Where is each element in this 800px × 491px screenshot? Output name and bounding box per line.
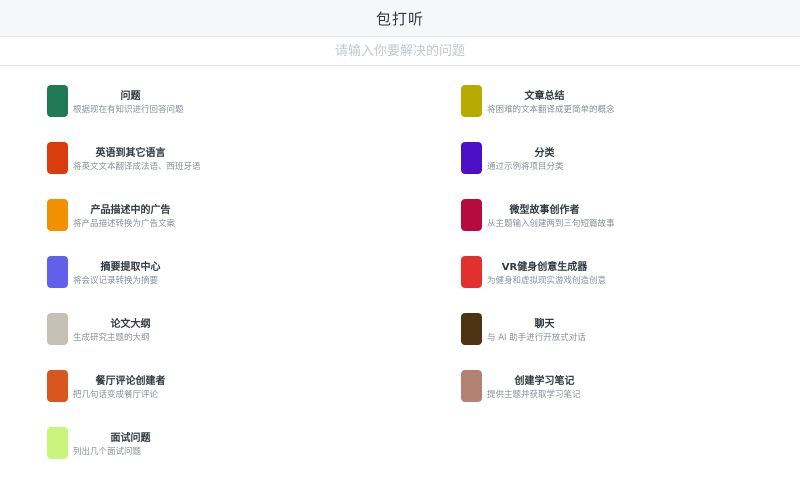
color-swatch [47,313,68,345]
color-swatch [47,427,68,459]
prompt-description: 生成研究主题的大纲 [73,333,150,343]
prompt-grid: 问题 根据现在有知识进行回答问题 文章总结 将困难的文本翻译成更简单的概念 英语… [0,66,800,491]
color-swatch [47,199,68,231]
prompt-title: 英语到其它语言 [95,148,166,159]
color-swatch [47,256,68,288]
prompt-card-study-notes[interactable]: 创建学习笔记 提供主题并获取学习笔记 [461,370,761,410]
prompt-card-interview-questions[interactable]: 面试问题 列出几个面试问题 [47,427,347,467]
prompt-card-vr-fitness[interactable]: VR健身创意生成器 为健身和虚拟现实游戏创造创意 [461,256,761,296]
prompt-description: 列出几个面试问题 [73,447,142,457]
color-swatch [47,370,68,402]
prompt-description: 提供主题并获取学习笔记 [487,390,581,400]
prompt-description: 把几句话变成餐厅评论 [73,390,159,400]
color-swatch [461,199,482,231]
prompt-description: 根据现在有知识进行回答问题 [73,105,184,115]
prompt-description: 从主题输入创建两到三句短篇故事 [487,219,615,229]
prompt-card-micro-story[interactable]: 微型故事创作者 从主题输入创建两到三句短篇故事 [461,199,761,239]
prompt-title: VR健身创意生成器 [501,262,588,273]
prompt-title: 餐厅评论创建者 [95,376,166,387]
color-swatch [461,85,482,117]
color-swatch [47,85,68,117]
search-bar [0,37,800,66]
color-swatch [461,256,482,288]
prompt-title: 摘要提取中心 [100,262,161,273]
app-header: 包打听 [0,0,800,37]
prompt-description: 为健身和虚拟现实游戏创造创意 [487,276,607,286]
app-title: 包打听 [375,9,424,28]
color-swatch [47,142,68,174]
prompt-card-summarize[interactable]: 文章总结 将困难的文本翻译成更简单的概念 [461,85,761,125]
prompt-title: 产品描述中的广告 [90,205,171,216]
prompt-description: 将英文文本翻译成法语、西班牙语 [73,162,201,172]
prompt-card-product-ad[interactable]: 产品描述中的广告 将产品描述转换为广告文案 [47,199,347,239]
prompt-title: 微型故事创作者 [509,205,580,216]
prompt-card-essay-outline[interactable]: 论文大纲 生成研究主题的大纲 [47,313,347,353]
color-swatch [461,313,482,345]
prompt-description: 将产品描述转换为广告文案 [73,219,176,229]
prompt-title: 面试问题 [110,433,151,444]
prompt-description: 将会议记录转换为摘要 [73,276,159,286]
prompt-description: 与 AI 助手进行开放式对话 [487,333,586,343]
prompt-card-qa[interactable]: 问题 根据现在有知识进行回答问题 [47,85,347,125]
prompt-card-restaurant-review[interactable]: 餐厅评论创建者 把几句话变成餐厅评论 [47,370,347,410]
prompt-title: 分类 [534,148,555,159]
prompt-title: 问题 [120,91,141,102]
prompt-title: 文章总结 [524,91,565,102]
prompt-title: 创建学习笔记 [514,376,575,387]
search-input[interactable] [0,37,800,65]
prompt-card-classify[interactable]: 分类 通过示例将项目分类 [461,142,761,182]
prompt-card-chat[interactable]: 聊天 与 AI 助手进行开放式对话 [461,313,761,353]
color-swatch [461,142,482,174]
prompt-card-translate[interactable]: 英语到其它语言 将英文文本翻译成法语、西班牙语 [47,142,347,182]
prompt-title: 论文大纲 [110,319,151,330]
prompt-description: 将困难的文本翻译成更简单的概念 [487,105,615,115]
prompt-title: 聊天 [534,319,555,330]
color-swatch [461,370,482,402]
prompt-card-meeting-summary[interactable]: 摘要提取中心 将会议记录转换为摘要 [47,256,347,296]
prompt-description: 通过示例将项目分类 [487,162,564,172]
